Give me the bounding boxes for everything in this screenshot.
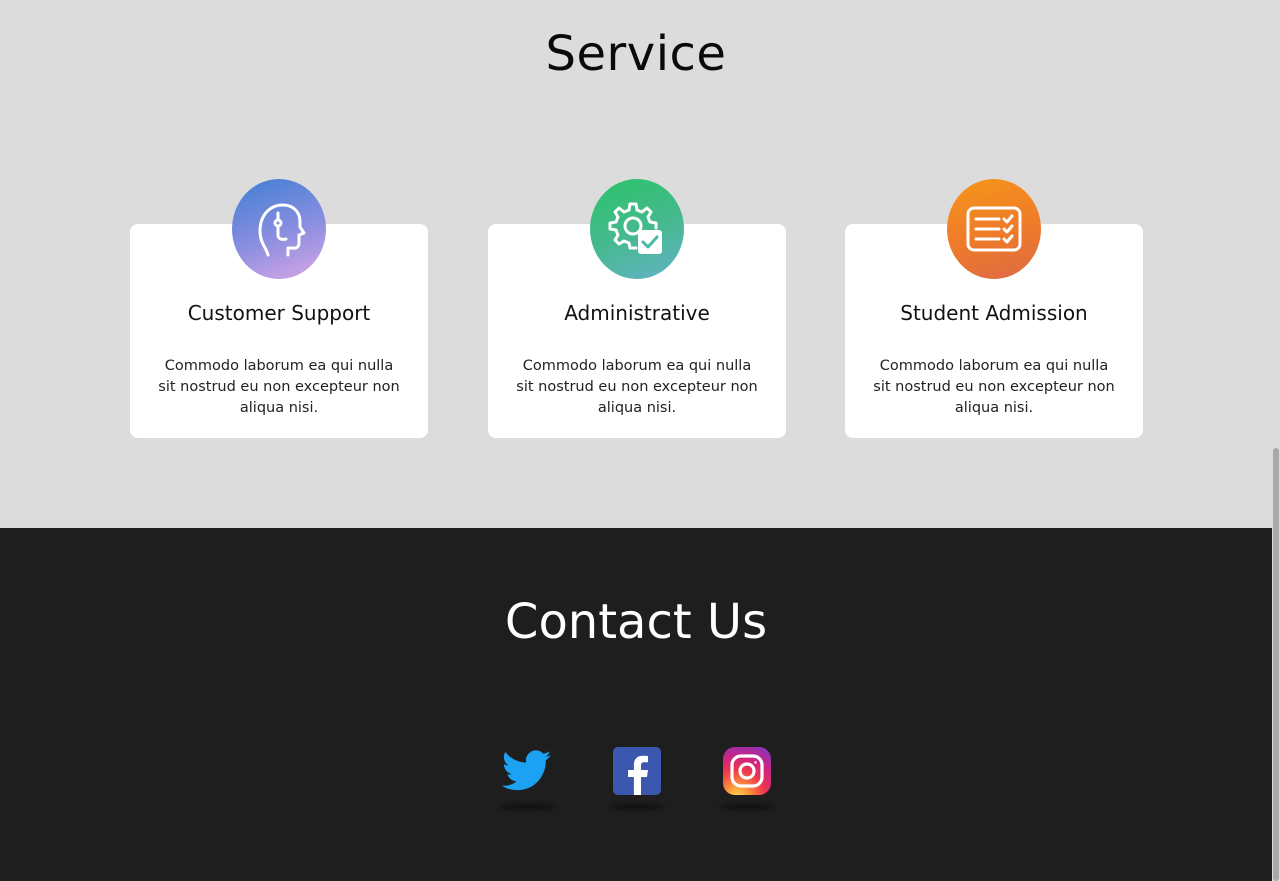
student-admission-badge (947, 179, 1041, 279)
instagram-icon (723, 747, 771, 795)
facebook-shadow (609, 804, 665, 810)
instagram-shadow (719, 804, 775, 810)
service-section: Service Customer Support Commodo laborum… (0, 0, 1272, 528)
checklist-form-icon (966, 206, 1022, 252)
scrollbar-thumb[interactable] (1273, 448, 1279, 881)
card-description: Commodo laborum ea qui nulla sit nostrud… (516, 358, 758, 416)
instagram-link[interactable] (722, 746, 772, 796)
facebook-link[interactable] (612, 746, 662, 796)
gear-check-icon (608, 202, 662, 254)
card-title: Customer Support (187, 301, 371, 325)
card-title: Student Admission (900, 301, 1088, 325)
service-card-administrative: Administrative Commodo laborum ea qui nu… (488, 179, 786, 438)
facebook-icon (613, 747, 661, 795)
twitter-link[interactable] (502, 746, 552, 796)
card-title: Administrative (564, 301, 710, 325)
page-scrollbar[interactable] (1272, 0, 1280, 881)
contact-section: Contact Us (0, 528, 1272, 881)
headset-head-icon (258, 203, 306, 257)
customer-support-badge (232, 179, 326, 279)
contact-title: Contact Us (504, 594, 768, 650)
service-title: Service (545, 26, 727, 82)
administrative-badge (590, 179, 684, 279)
card-description: Commodo laborum ea qui nulla sit nostrud… (158, 358, 400, 416)
service-card-customer-support: Customer Support Commodo laborum ea qui … (130, 179, 428, 438)
service-card-student-admission: Student Admission Commodo laborum ea qui… (845, 179, 1143, 438)
twitter-shadow (499, 804, 555, 810)
twitter-icon (502, 750, 552, 791)
card-description: Commodo laborum ea qui nulla sit nostrud… (873, 358, 1115, 416)
